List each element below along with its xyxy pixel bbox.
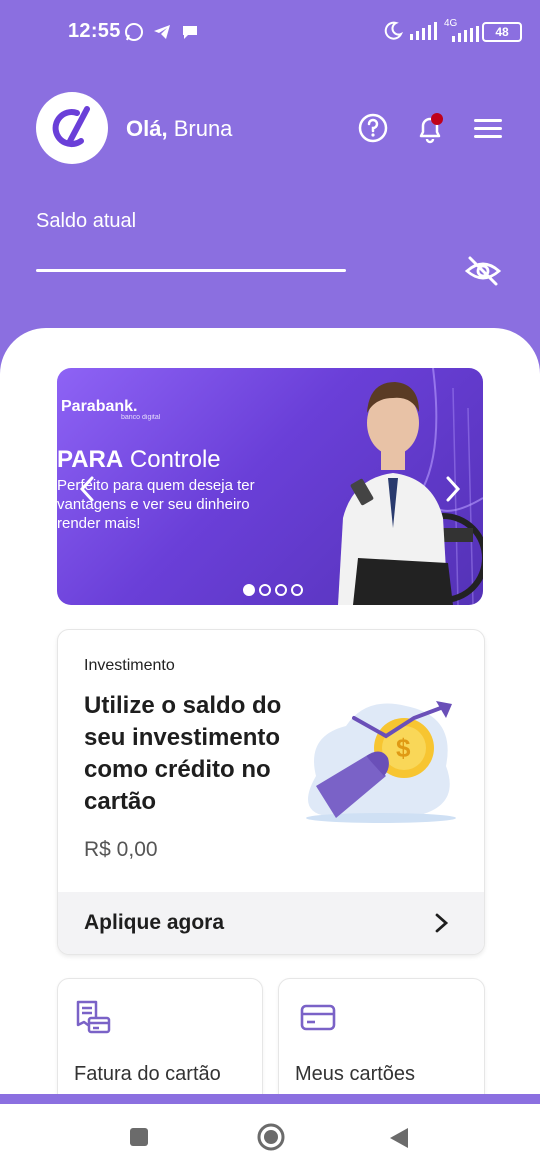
banner-title: PARA Controle [57, 446, 221, 474]
menu-icon[interactable] [470, 110, 506, 146]
carousel-dots [243, 584, 303, 596]
header-background [0, 0, 540, 380]
signal-icon [410, 22, 437, 40]
carousel-dot-1[interactable] [243, 584, 255, 596]
svg-text:$: $ [396, 733, 411, 763]
carousel-prev-icon[interactable] [75, 474, 99, 504]
notification-bell-icon[interactable] [412, 110, 448, 146]
status-bar: 12:55 4G 48 [0, 14, 540, 50]
clock: 12:55 [68, 20, 121, 42]
back-icon[interactable] [388, 1126, 410, 1150]
investment-value: R$ 0,00 [84, 838, 158, 861]
whatsapp-icon [125, 23, 143, 41]
carousel-next-icon[interactable] [441, 474, 465, 504]
greeting-prefix: Olá, [126, 116, 168, 141]
home-icon[interactable] [256, 1122, 286, 1152]
help-icon[interactable] [355, 110, 391, 146]
tile-invoice-label: Fatura do cartão [74, 1063, 221, 1085]
tile-cards-label: Meus cartões [295, 1063, 416, 1085]
logo-icon [52, 106, 90, 148]
coin-growth-illustration: $ [306, 701, 456, 823]
apply-now-button[interactable]: Aplique agora [58, 892, 484, 954]
battery-indicator: 48 [482, 22, 522, 42]
recents-icon[interactable] [128, 1126, 150, 1148]
investment-category: Investimento [84, 657, 175, 674]
balance-label: Saldo atual [36, 210, 137, 232]
system-nav-bar [0, 1104, 540, 1170]
moon-icon [384, 21, 404, 40]
apply-now-label: Aplique agora [84, 911, 225, 934]
banner-brand-sub: banco digital [121, 414, 161, 421]
hide-balance-eye-icon[interactable] [464, 252, 502, 290]
banner-title-bold: PARA [57, 446, 124, 473]
balance-hidden-value [36, 269, 346, 272]
carousel-dot-3[interactable] [275, 584, 287, 596]
telegram-icon [154, 25, 170, 39]
banner-brand-name: Parabank. [61, 398, 138, 415]
carousel-dot-4[interactable] [291, 584, 303, 596]
chat-icon [183, 26, 197, 39]
banner-title-rest: Controle [129, 446, 221, 473]
promo-banner[interactable]: Parabank. banco digital PARA Controle Pe… [57, 368, 483, 605]
investment-title: Utilize o saldo do seu investimento como… [84, 692, 282, 815]
chevron-right-icon [435, 913, 449, 933]
invoice-icon [76, 1000, 111, 1034]
greeting: Olá, Bruna [126, 116, 232, 142]
carousel-dot-2[interactable] [259, 584, 271, 596]
bottom-accent-bar [0, 1094, 540, 1104]
bank-logo [36, 92, 108, 164]
card-icon [300, 1004, 336, 1031]
signal-icon-2 [452, 26, 479, 42]
banner-brand: Parabank. banco digital [61, 398, 160, 421]
investment-card: Investimento Utilize o saldo do seu inve… [57, 629, 485, 955]
user-name: Bruna [173, 116, 233, 141]
